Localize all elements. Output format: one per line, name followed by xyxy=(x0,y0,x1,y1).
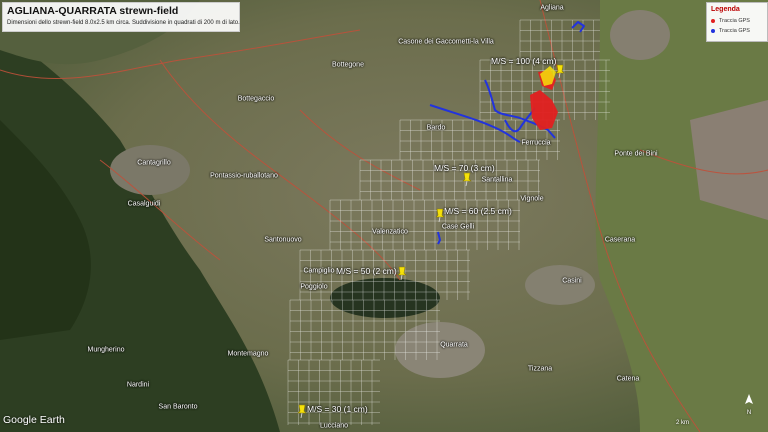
pin-label: M/S = 70 (3 cm) xyxy=(434,163,495,173)
legend-title: Legenda xyxy=(711,6,740,13)
place-label: Bottegaccio xyxy=(237,95,275,103)
place-label: Cantagrillo xyxy=(137,159,171,167)
place-label: Ferruccia xyxy=(521,139,551,147)
pin-label: M/S = 50 (2 cm) xyxy=(336,266,397,276)
place-label: Catena xyxy=(616,375,640,383)
blue-dot-icon xyxy=(711,28,715,33)
title-panel: AGLIANA-QUARRATA strewn-field Dimensioni… xyxy=(2,2,240,32)
place-label: San Baronto xyxy=(158,403,198,411)
hill-campiglio xyxy=(330,278,440,318)
place-label: Casone dei Gaccometti-la Villa xyxy=(398,38,494,46)
legend-item-red: Traccia GPS xyxy=(711,18,750,24)
legend-panel: Legenda Traccia GPS Traccia GPS xyxy=(706,2,768,42)
place-label: Ponte dei Bini xyxy=(614,150,658,158)
urban-agliana xyxy=(610,10,670,60)
place-label: Caserana xyxy=(604,236,636,244)
compass-label: N xyxy=(746,410,752,416)
place-label: Casalguidi xyxy=(127,200,161,208)
place-label: Nardini xyxy=(126,381,150,389)
pushpin-icon[interactable] xyxy=(554,64,566,78)
place-label: Bottegone xyxy=(332,61,364,69)
place-label: Santallina xyxy=(481,176,513,184)
north-arrow-icon xyxy=(745,394,753,404)
urban-casini xyxy=(525,265,595,305)
google-earth-logo: Google Earth xyxy=(3,414,65,426)
place-label: Pontassio-ruballotano xyxy=(210,172,278,180)
pushpin-icon[interactable] xyxy=(396,266,408,280)
compass[interactable]: N xyxy=(744,394,754,416)
place-label: Mungherino xyxy=(87,346,125,354)
place-label: Santonuovo xyxy=(264,236,302,244)
place-label: Quarrata xyxy=(440,341,468,349)
scale-label: 2 km xyxy=(676,420,690,426)
place-label: Poggiolo xyxy=(300,283,328,291)
place-label: Bardo xyxy=(426,124,446,132)
pin-label: M/S = 30 (1 cm) xyxy=(307,404,368,414)
pin-label: M/S = 100 (4 cm) xyxy=(491,56,557,66)
map-subtitle: Dimensioni dello strewn-field 8.0x2.5 km… xyxy=(7,20,240,26)
red-dot-icon xyxy=(711,18,715,23)
urban-quarrata xyxy=(395,322,485,378)
pin-label: M/S = 60 (2.5 cm) xyxy=(444,206,512,216)
satellite-map[interactable] xyxy=(0,0,768,432)
place-label: Case Gelli xyxy=(441,223,475,231)
place-label: Valenzatico xyxy=(372,228,408,236)
place-label: Campiglio xyxy=(303,267,335,275)
map-title: AGLIANA-QUARRATA strewn-field xyxy=(7,5,179,17)
pushpin-icon[interactable] xyxy=(461,172,473,186)
place-label: Casini xyxy=(562,277,582,285)
place-label: Montemagno xyxy=(227,350,269,358)
urban-cantagrillo xyxy=(110,145,190,195)
place-label: Vignole xyxy=(520,195,544,203)
place-label: Tizzana xyxy=(527,365,553,373)
legend-item-blue: Traccia GPS xyxy=(711,28,750,34)
place-label: Agliana xyxy=(540,4,564,12)
place-label: Lucciano xyxy=(319,422,349,430)
